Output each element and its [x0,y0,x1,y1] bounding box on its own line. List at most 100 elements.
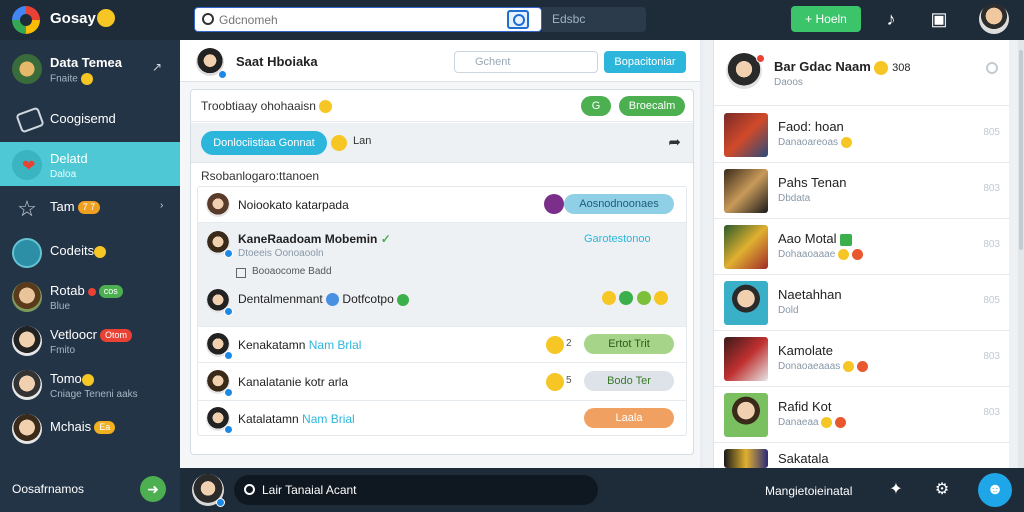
collapse-icon[interactable]: ↗ [152,60,162,74]
online-badge [224,249,233,258]
list-item[interactable]: Rafid Kot Danaeaa 803 [714,387,1010,443]
new-button[interactable]: + Hoeln [791,6,861,32]
item-title: Aao Motal [778,231,853,246]
sidebar-item-label: Data Temea [50,55,123,70]
gamepad-icon[interactable]: ✦ [886,480,906,500]
sidebar-item-codeits[interactable]: Codeits [0,230,180,274]
row-number: 5 [566,375,572,386]
row-name: Kanalatanie kotr arla [238,375,349,389]
sidebar-item-tam[interactable]: ☆ Tam 7 7 › [0,186,180,230]
smile-emoji-icon [331,135,347,151]
row-name: Dentalmenmant Dotfcotpo [238,292,410,307]
forward-icon[interactable]: ➦ [668,133,681,151]
sidebar-item-sub: Fnaite [50,73,93,85]
list-item[interactable]: Aao Motal Dohaaoaaae 803 [714,219,1010,275]
item-title: Sakatala [778,451,829,466]
row-name: KaneRaadoam Mobemin ✓ [238,232,391,246]
go-arrow-button[interactable]: ➜ [140,476,166,502]
item-sub: Dohaaoaaae [778,249,863,260]
checkbox-label: Booaocome Badd [252,266,332,277]
row-tag[interactable]: Bodo Ter [584,371,674,391]
paper-plane-icon [15,106,45,134]
right-title: Bar Gdac Naam 308 [774,59,911,75]
avatar [12,414,42,444]
item-meta: 803 [983,183,1000,194]
thumbnail [724,337,768,381]
app-logo[interactable] [12,6,40,34]
search-submit-button[interactable] [507,10,529,29]
list-item[interactable]: Noiookato katarpada Aosnodnoonaes [198,187,686,223]
user-avatar[interactable] [979,4,1009,34]
row-tag[interactable]: Laala [584,408,674,428]
sidebar-item-sub: Cniage Teneni aaks [50,389,138,400]
item-meta: 803 [983,407,1000,418]
chevron-right-icon[interactable]: › [160,200,163,211]
sidebar-item-mchais[interactable]: Mchais Ea [0,406,180,450]
profile-button[interactable]: ☻ [978,473,1012,507]
item-meta: 803 [983,239,1000,250]
card-title: Troobtiaay ohohaaisn [201,99,333,114]
item-sub: Dbdata [778,193,811,204]
top-search-box [194,7,542,32]
right-panel: Bar Gdac Naam 308 Daoos Faod: hoan Danao… [703,40,1024,468]
smile-emoji-icon [97,9,115,27]
sidebar-item-tomo[interactable]: Tomo Cniage Teneni aaks [0,362,180,406]
toolbar-pill-button[interactable]: Donlociistiaa Gonnat [201,131,327,155]
list-item[interactable]: Kenakatamn Nam Brlal 2 Ertot Trit [198,327,686,363]
conversation-card: Troobtiaay ohohaaisn G Broecalm Donlocii… [190,89,694,455]
list-item-expanded[interactable]: KaneRaadoam Mobemin ✓ Dtoeeis Oonoaooln … [198,223,686,327]
thumbnail [724,393,768,437]
top-bar: Gosay Edsbc + Hoeln ♪ ▣ [0,0,1024,40]
list-item[interactable]: Pahs Tenan Dbdata 803 [714,163,1010,219]
row-link[interactable]: Garotestonoo [584,233,651,245]
star-icon: ☆ [17,196,37,221]
right-card: Bar Gdac Naam 308 Daoos Faod: hoan Danao… [713,40,1010,468]
sidebar-item-rotab[interactable]: Rotab cos Blue [0,274,180,318]
right-header: Bar Gdac Naam 308 Daoos [714,40,1010,106]
headset-icon[interactable]: ♪ [880,8,902,30]
top-secondary-field[interactable]: Edsbc [542,7,646,32]
sidebar-item-label: Tomo [50,371,94,386]
list-item[interactable]: Sakatala [714,443,1010,468]
sidebar-item-data-temea[interactable]: Data Temea Fnaite ↗ [0,46,180,90]
sidebar-item-sub: Fmito [50,345,75,356]
large-green-chip[interactable]: Broecalm [619,96,685,116]
sidebar-item-label: Coogisemd [50,111,116,126]
sidebar-item-label: Delatd [50,151,88,166]
sidebar-item-coogisemd[interactable]: Coogisemd [0,96,180,140]
page-title: Saat Hboiaka [236,54,318,69]
item-meta: 805 [983,295,1000,306]
section-title: Rsobanlogaro:ttanoen [201,169,320,183]
thumbnail [724,225,768,269]
toolbar-label: Lan [353,135,372,147]
settings-icon[interactable]: ⚙ [932,480,952,500]
row-tag[interactable]: Aosnodnoonaes [564,194,674,214]
list-item[interactable]: Katalatamn Nam Brial Laala [198,401,686,437]
message-input[interactable] [262,481,582,499]
sidebar-item-delatd[interactable]: ❤ Delatd Daloa [0,142,180,186]
row-tag[interactable]: Ertot Trit [584,334,674,354]
header-action-button[interactable]: Bopacitoniar [604,51,686,73]
row-checkbox[interactable] [236,268,246,278]
sidebar-item-sub: Blue [50,301,71,312]
list-item[interactable]: Kamolate Donaoaeaaas 803 [714,331,1010,387]
top-search-input[interactable] [219,11,499,29]
online-badge [224,351,233,360]
sidebar-footer-label: Oosafrnamos [12,482,85,496]
online-badge [224,425,233,434]
smile-emoji-icon [546,336,564,354]
thumbnail [724,449,768,468]
reaction-emojis[interactable] [602,290,669,305]
list-item[interactable]: Faod: hoan Danaoareoas 805 [714,107,1010,163]
small-green-chip[interactable]: G [581,96,611,116]
search-icon[interactable] [986,62,998,74]
monitor-icon[interactable]: ▣ [928,8,950,30]
list-item[interactable]: Naetahhan Dold 805 [714,275,1010,331]
list-item[interactable]: Kanalatanie kotr arla 5 Bodo Ter [198,363,686,401]
card-header: Troobtiaay ohohaaisn G Broecalm [191,90,693,122]
sidebar-item-vetloocr[interactable]: Vetloocr Otom Fmito [0,318,180,362]
main-search-input[interactable]: Gchent [454,51,598,73]
right-subtitle: Daoos [774,77,803,88]
main-header: Saat Hboiaka Gchent Bopacitoniar [180,40,700,82]
right-scrollbar[interactable] [1018,40,1024,468]
